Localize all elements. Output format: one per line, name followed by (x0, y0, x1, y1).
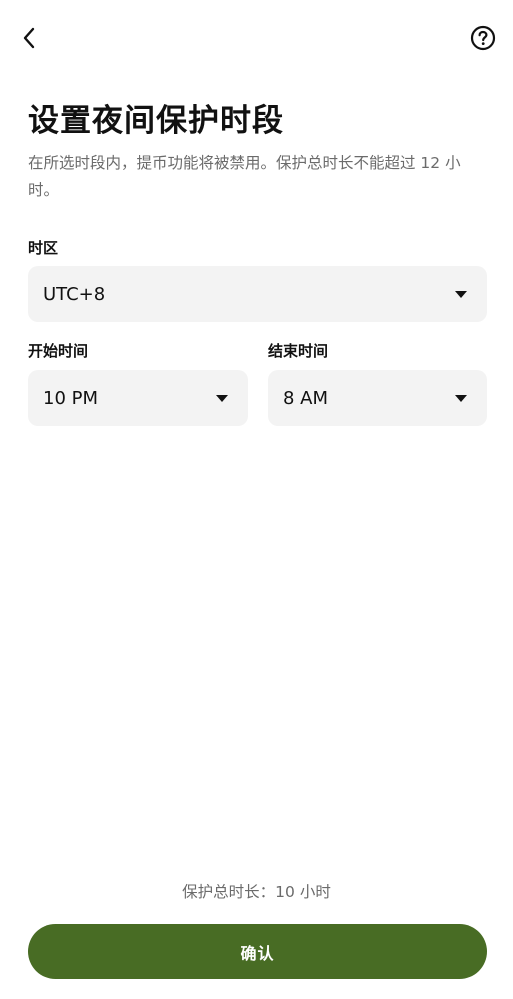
confirm-button[interactable]: 确认 (28, 924, 487, 979)
end-time-select[interactable]: 8 AM (268, 370, 487, 426)
start-time-select[interactable]: 10 PM (28, 370, 248, 426)
page-title: 设置夜间保护时段 (28, 103, 284, 139)
start-time-value: 10 PM (43, 387, 99, 409)
end-time-label: 结束时间 (268, 342, 329, 360)
timezone-value: UTC+8 (43, 283, 106, 305)
back-button[interactable] (14, 22, 46, 54)
caret-down-icon (455, 290, 467, 298)
chevron-left-icon (23, 27, 35, 49)
total-duration-text: 保护总时长：10 小时 (182, 883, 331, 901)
timezone-select[interactable]: UTC+8 (28, 266, 487, 322)
timezone-label: 时区 (28, 239, 59, 257)
caret-down-icon (455, 394, 467, 402)
question-circle-icon (470, 25, 496, 51)
top-bar (0, 0, 513, 72)
caret-down-icon (216, 394, 228, 402)
page-description: 在所选时段内，提币功能将被禁用。保护总时长不能超过 12 小时。 (28, 154, 461, 199)
help-button[interactable] (467, 22, 499, 54)
end-time-value: 8 AM (283, 387, 329, 409)
start-time-label: 开始时间 (28, 342, 89, 360)
